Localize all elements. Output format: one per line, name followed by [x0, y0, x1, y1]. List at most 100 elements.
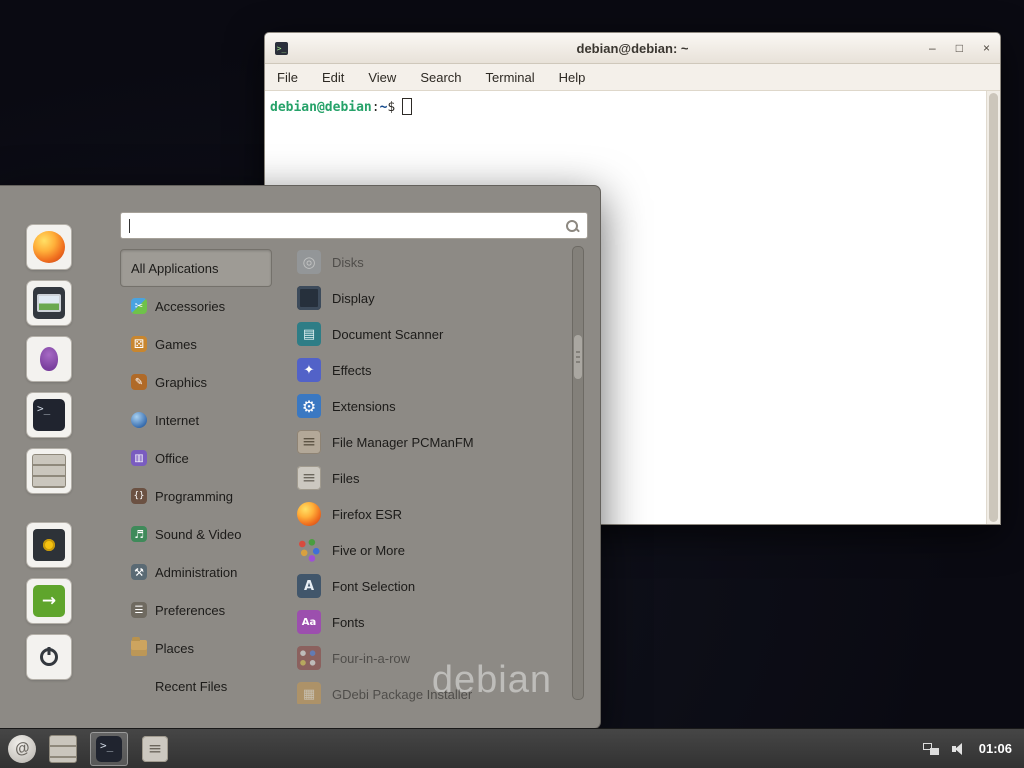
- app-item-effects[interactable]: Effects: [283, 352, 569, 388]
- app-item-firefox-esr[interactable]: Firefox ESR: [283, 496, 569, 532]
- favorite-mascot-app[interactable]: [26, 336, 72, 382]
- app-label: Document Scanner: [332, 327, 443, 342]
- app-item-font-selection[interactable]: Font Selection: [283, 568, 569, 604]
- file-cabinet-icon: [32, 454, 66, 488]
- app-item-disks[interactable]: Disks: [283, 244, 569, 280]
- app-label: Font Selection: [332, 579, 415, 594]
- category-label: Sound & Video: [155, 527, 242, 542]
- system-tray: 01:06: [923, 741, 1016, 757]
- volume-icon[interactable]: [951, 741, 967, 757]
- menu-file[interactable]: File: [277, 70, 298, 85]
- window-title: debian@debian: ~: [265, 41, 1000, 56]
- terminal-icon: [96, 736, 122, 762]
- terminal-scrollbar-thumb[interactable]: [989, 93, 998, 522]
- app-label: Extensions: [332, 399, 396, 414]
- category-games[interactable]: Games: [120, 325, 272, 363]
- gdebi-icon: [297, 682, 321, 704]
- prompt-symbol: $: [387, 100, 395, 115]
- category-accessories[interactable]: Accessories: [120, 287, 272, 325]
- search-input[interactable]: [132, 218, 565, 233]
- photos-icon: [33, 287, 65, 319]
- session-buttons: [26, 522, 72, 680]
- category-places[interactable]: Places: [120, 629, 272, 667]
- category-programming[interactable]: Programming: [120, 477, 272, 515]
- sound-video-icon: [131, 526, 147, 542]
- app-label: Fonts: [332, 615, 365, 630]
- category-office[interactable]: Office: [120, 439, 272, 477]
- category-label: Recent Files: [155, 679, 227, 694]
- taskbar-terminal-active[interactable]: [90, 732, 128, 766]
- favorite-firefox[interactable]: [26, 224, 72, 270]
- effects-icon: [297, 358, 321, 382]
- favorite-photos[interactable]: [26, 280, 72, 326]
- file-cabinet-icon: [49, 735, 77, 763]
- app-item-display[interactable]: Display: [283, 280, 569, 316]
- fonts-icon: [297, 610, 321, 634]
- category-label: Administration: [155, 565, 237, 580]
- favorite-file-manager[interactable]: [26, 448, 72, 494]
- category-preferences[interactable]: Preferences: [120, 591, 272, 629]
- app-item-files[interactable]: Files: [283, 460, 569, 496]
- close-button[interactable]: ×: [983, 33, 990, 63]
- app-list-scrollbar[interactable]: [572, 246, 584, 700]
- app-item-extensions[interactable]: Extensions: [283, 388, 569, 424]
- graphics-icon: [131, 374, 147, 390]
- files-icon: [297, 466, 321, 490]
- document-scanner-icon: [297, 322, 321, 346]
- files-icon: [142, 736, 168, 762]
- logout-button[interactable]: [26, 578, 72, 624]
- administration-icon: [131, 564, 147, 580]
- app-label: Firefox ESR: [332, 507, 402, 522]
- menu-terminal[interactable]: Terminal: [486, 70, 535, 85]
- category-graphics[interactable]: Graphics: [120, 363, 272, 401]
- app-item-gdebi[interactable]: GDebi Package Installer: [283, 676, 569, 704]
- menu-search[interactable]: Search: [420, 70, 461, 85]
- terminal-scrollbar[interactable]: [986, 91, 1000, 524]
- terminal-icon: [33, 399, 65, 431]
- firefox-icon: [33, 231, 65, 263]
- terminal-menubar: File Edit View Search Terminal Help: [265, 64, 1000, 91]
- minimize-button[interactable]: –: [929, 33, 936, 63]
- category-label: Office: [155, 451, 189, 466]
- app-item-document-scanner[interactable]: Document Scanner: [283, 316, 569, 352]
- prompt-separator: :: [372, 100, 380, 115]
- shutdown-icon: [33, 641, 65, 673]
- category-list: All Applications Accessories Games Graph…: [120, 249, 272, 705]
- category-label: Internet: [155, 413, 199, 428]
- app-item-pcmanfm[interactable]: File Manager PCManFM: [283, 424, 569, 460]
- menu-edit[interactable]: Edit: [322, 70, 344, 85]
- disks-icon: [297, 250, 321, 274]
- internet-icon: [131, 412, 147, 428]
- preferences-icon: [131, 602, 147, 618]
- logout-icon: [33, 585, 65, 617]
- prompt-user-host: debian@debian: [270, 100, 372, 115]
- app-item-fonts[interactable]: Fonts: [283, 604, 569, 640]
- favorite-terminal[interactable]: [26, 392, 72, 438]
- menu-view[interactable]: View: [368, 70, 396, 85]
- taskbar-files[interactable]: [136, 732, 174, 766]
- menu-search-box[interactable]: [120, 212, 588, 239]
- category-sound-video[interactable]: Sound & Video: [120, 515, 272, 553]
- places-icon: [131, 640, 147, 656]
- taskbar-clock[interactable]: 01:06: [979, 741, 1012, 756]
- taskbar-file-manager[interactable]: [44, 732, 82, 766]
- app-list-scrollbar-thumb[interactable]: [574, 335, 582, 379]
- category-label: Accessories: [155, 299, 225, 314]
- category-label: Graphics: [155, 375, 207, 390]
- shutdown-button[interactable]: [26, 634, 72, 680]
- category-recent-files[interactable]: Recent Files: [120, 667, 272, 705]
- menu-help[interactable]: Help: [559, 70, 586, 85]
- network-icon[interactable]: [923, 742, 939, 756]
- lock-screen-button[interactable]: [26, 522, 72, 568]
- menu-launcher-button[interactable]: [8, 735, 36, 763]
- games-icon: [131, 336, 147, 352]
- app-item-five-or-more[interactable]: Five or More: [283, 532, 569, 568]
- app-item-four-in-a-row[interactable]: Four-in-a-row: [283, 640, 569, 676]
- category-administration[interactable]: Administration: [120, 553, 272, 591]
- lock-screen-icon: [33, 529, 65, 561]
- office-icon: [131, 450, 147, 466]
- category-internet[interactable]: Internet: [120, 401, 272, 439]
- category-all-applications[interactable]: All Applications: [120, 249, 272, 287]
- terminal-titlebar[interactable]: debian@debian: ~ – □ ×: [265, 33, 1000, 64]
- maximize-button[interactable]: □: [956, 33, 963, 63]
